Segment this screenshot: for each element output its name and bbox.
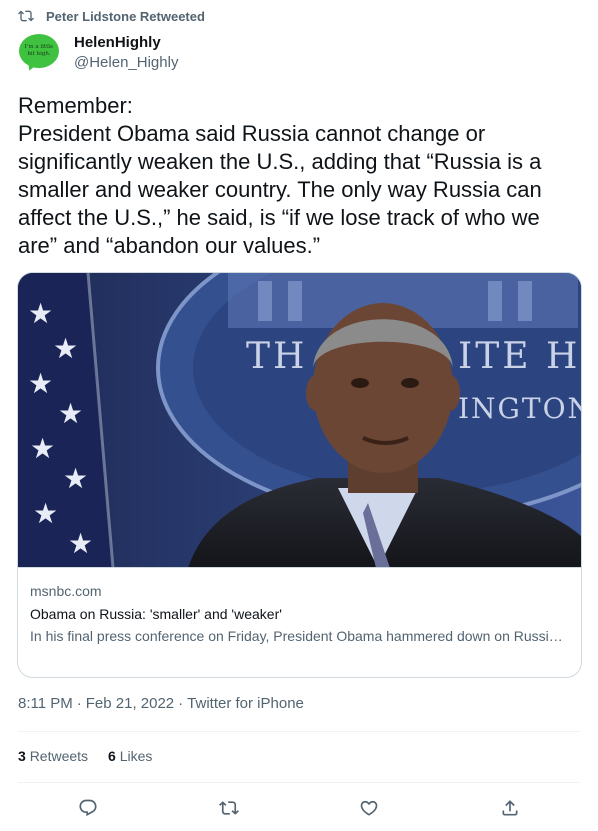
svg-text:★: ★ [33,498,58,529]
svg-text:★: ★ [53,333,78,364]
card-domain: msnbc.com [30,583,102,599]
speech-bubble: I'm a little bit high. [19,34,59,68]
retweet-button[interactable] [215,794,243,822]
press-conference-image: TH ITE H INGTON ★ ★ ★ ★ ★ ★ ★ ★ [18,273,581,567]
likes-label: Likes [119,748,153,764]
reply-icon [79,799,97,817]
divider [18,782,580,783]
meta-separator: · [76,695,82,712]
svg-text:★: ★ [30,433,55,464]
share-button[interactable] [496,794,524,822]
tweet-time[interactable]: 8:11 PM [18,694,73,714]
author-handle[interactable]: @Helen_Highly [74,53,178,73]
likes-count: 6 [108,748,116,764]
likes-stat[interactable]: 6 Likes [108,746,152,766]
retweet-banner: Peter Lidstone Retweeted [18,8,205,24]
svg-text:★: ★ [28,368,53,399]
tweet-author: I'm a little bit high. HelenHighly @Hele… [18,32,178,74]
tweet-stats: 3 Retweets 6 Likes [18,746,152,766]
tweet-source[interactable]: Twitter for iPhone [187,694,304,714]
tweet-text: Remember: President Obama said Russia ca… [18,92,584,260]
sign-text-right: ITE H [458,336,580,377]
retweeter-link[interactable]: Peter Lidstone Retweeted [46,9,205,24]
tweet-line: President Obama said Russia cannot chang… [18,121,542,258]
divider [18,731,580,732]
share-icon [502,800,518,816]
card-title: Obama on Russia: 'smaller' and 'weaker' [30,606,282,622]
card-image[interactable]: TH ITE H INGTON ★ ★ ★ ★ ★ ★ ★ ★ [18,273,581,568]
like-button[interactable] [355,794,383,822]
svg-text:★: ★ [63,463,88,494]
retweets-label: Retweets [29,748,89,764]
avatar-text: I'm a little bit high. [24,44,54,57]
tweet-date[interactable]: Feb 21, 2022 [86,694,174,714]
tweet-actions [0,794,598,822]
like-icon [360,800,378,816]
reply-button[interactable] [74,794,102,822]
svg-text:★: ★ [68,528,93,559]
tweet-line: Remember: [18,93,133,118]
tweet-meta: 8:11 PM · Feb 21, 2022 · Twitter for iPh… [18,694,304,714]
card-description: In his final press conference on Friday,… [30,628,569,644]
retweet-icon [219,801,239,815]
sign-text-left: TH [246,336,307,377]
retweets-count: 3 [18,748,26,764]
svg-text:★: ★ [28,298,53,329]
retweet-icon [18,10,34,22]
retweets-stat[interactable]: 3 Retweets [18,746,88,766]
author-display-name[interactable]: HelenHighly [74,33,178,53]
sign-text-bottom: INGTON [458,392,581,425]
link-card[interactable]: TH ITE H INGTON ★ ★ ★ ★ ★ ★ ★ ★ msnbc.co… [17,272,582,678]
meta-separator: · [178,695,184,712]
avatar[interactable]: I'm a little bit high. [18,32,60,74]
svg-text:★: ★ [58,398,83,429]
